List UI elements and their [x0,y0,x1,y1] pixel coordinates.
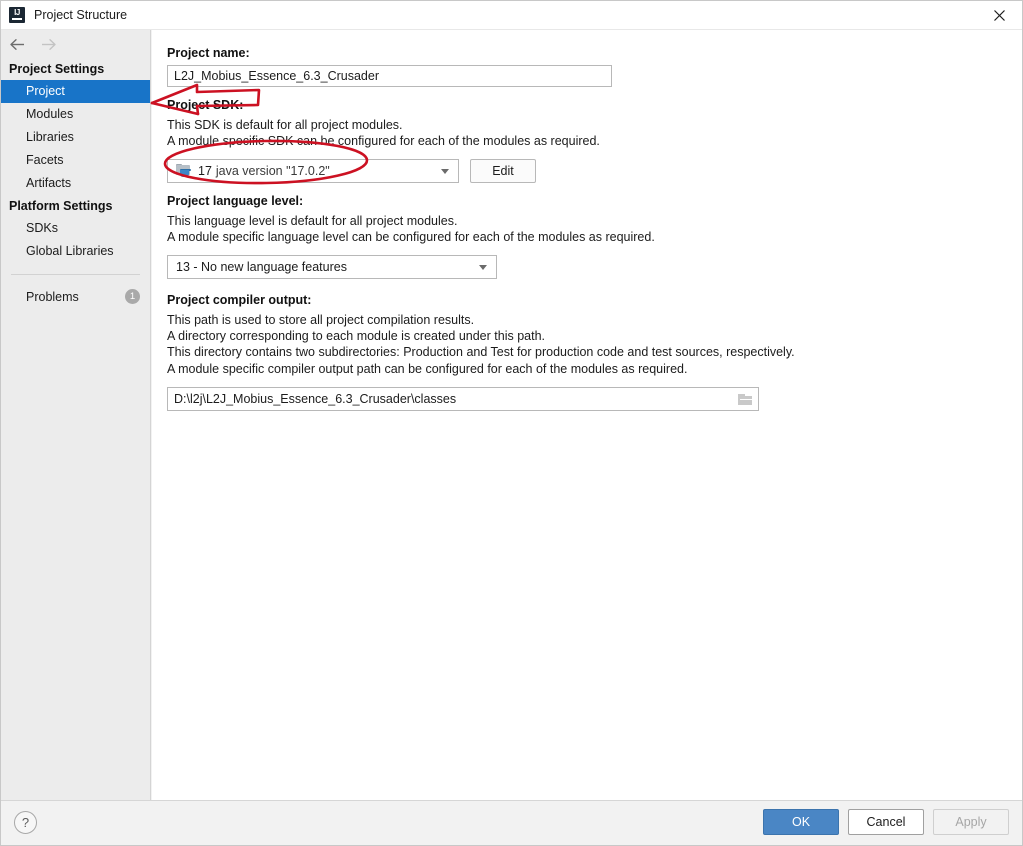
forward-arrow-icon [42,38,56,50]
sidebar-item-facets[interactable]: Facets [1,149,150,172]
project-name-value: L2J_Mobius_Essence_6.3_Crusader [174,69,379,83]
project-sdk-label: Project SDK: [167,98,244,112]
close-icon[interactable] [977,1,1022,30]
window-title: Project Structure [34,7,128,22]
folder-browse-icon[interactable] [732,388,758,410]
project-language-level-description-2: A module specific language level can be … [167,230,655,245]
chevron-down-icon [479,264,487,270]
sidebar-item-problems[interactable]: Problems 1 [1,285,150,308]
chevron-down-icon [441,168,449,174]
project-sdk-version-description: java version "17.0.2" [215,163,330,178]
project-language-level-description-1: This language level is default for all p… [167,213,458,228]
project-sdk-version: 17 [198,163,212,178]
help-button[interactable]: ? [14,811,37,834]
project-language-level-label: Project language level: [167,193,304,208]
intellij-idea-icon: IJ [9,7,25,23]
project-language-level-combo[interactable]: 13 - No new language features [167,254,497,279]
project-structure-dialog: IJ Project Structure Project Settings Pr… [0,0,1023,846]
platform-settings-header: Platform Settings [9,199,113,213]
cancel-button[interactable]: Cancel [848,809,924,835]
sidebar-item-libraries[interactable]: Libraries [1,126,150,149]
sidebar-divider [11,274,140,275]
project-sdk-row: 17 java version "17.0.2" Edit [167,158,1022,183]
sidebar-item-global-libraries[interactable]: Global Libraries [1,240,150,263]
apply-button: Apply [933,809,1009,835]
sidebar-item-sdks[interactable]: SDKs [1,217,150,240]
jdk-folder-icon [176,163,192,178]
project-compiler-output-label: Project compiler output: [167,292,312,307]
project-compiler-output-input[interactable]: D:\l2j\L2J_Mobius_Essence_6.3_Crusader\c… [167,387,759,412]
sidebar-item-project[interactable]: Project [1,80,150,103]
project-sdk-combo[interactable]: 17 java version "17.0.2" [167,158,459,183]
project-settings-header: Project Settings [9,62,105,76]
project-compiler-output-value: D:\l2j\L2J_Mobius_Essence_6.3_Crusader\c… [174,392,457,407]
sidebar-item-modules[interactable]: Modules [1,103,150,126]
project-name-input[interactable]: L2J_Mobius_Essence_6.3_Crusader [167,65,612,87]
navigation-arrows [1,30,150,58]
project-language-level-value: 13 - No new language features [176,259,347,274]
project-compiler-output-description-1: This path is used to store all project c… [167,312,475,327]
edit-sdk-button[interactable]: Edit [470,158,536,183]
title-bar: IJ Project Structure [1,1,1022,30]
project-compiler-output-description-2: A directory corresponding to each module… [167,329,545,344]
project-name-label: Project name: [167,46,250,60]
project-settings-panel: Project name: L2J_Mobius_Essence_6.3_Cru… [152,30,1022,800]
project-sdk-description-2: A module specific SDK can be configured … [167,134,600,149]
dialog-footer: ? OK Cancel Apply [1,800,1022,845]
problems-label: Problems [26,289,79,304]
project-compiler-output-description-4: A module specific compiler output path c… [167,361,688,376]
ok-button[interactable]: OK [763,809,839,835]
sidebar: Project Settings Project Modules Librari… [1,30,151,800]
project-sdk-description-1: This SDK is default for all project modu… [167,118,403,132]
problems-count-badge: 1 [125,289,140,304]
dialog-buttons: OK Cancel Apply [763,809,1009,835]
back-arrow-icon[interactable] [9,38,26,51]
project-compiler-output-description-3: This directory contains two subdirectori… [167,345,795,360]
sidebar-item-artifacts[interactable]: Artifacts [1,172,150,195]
